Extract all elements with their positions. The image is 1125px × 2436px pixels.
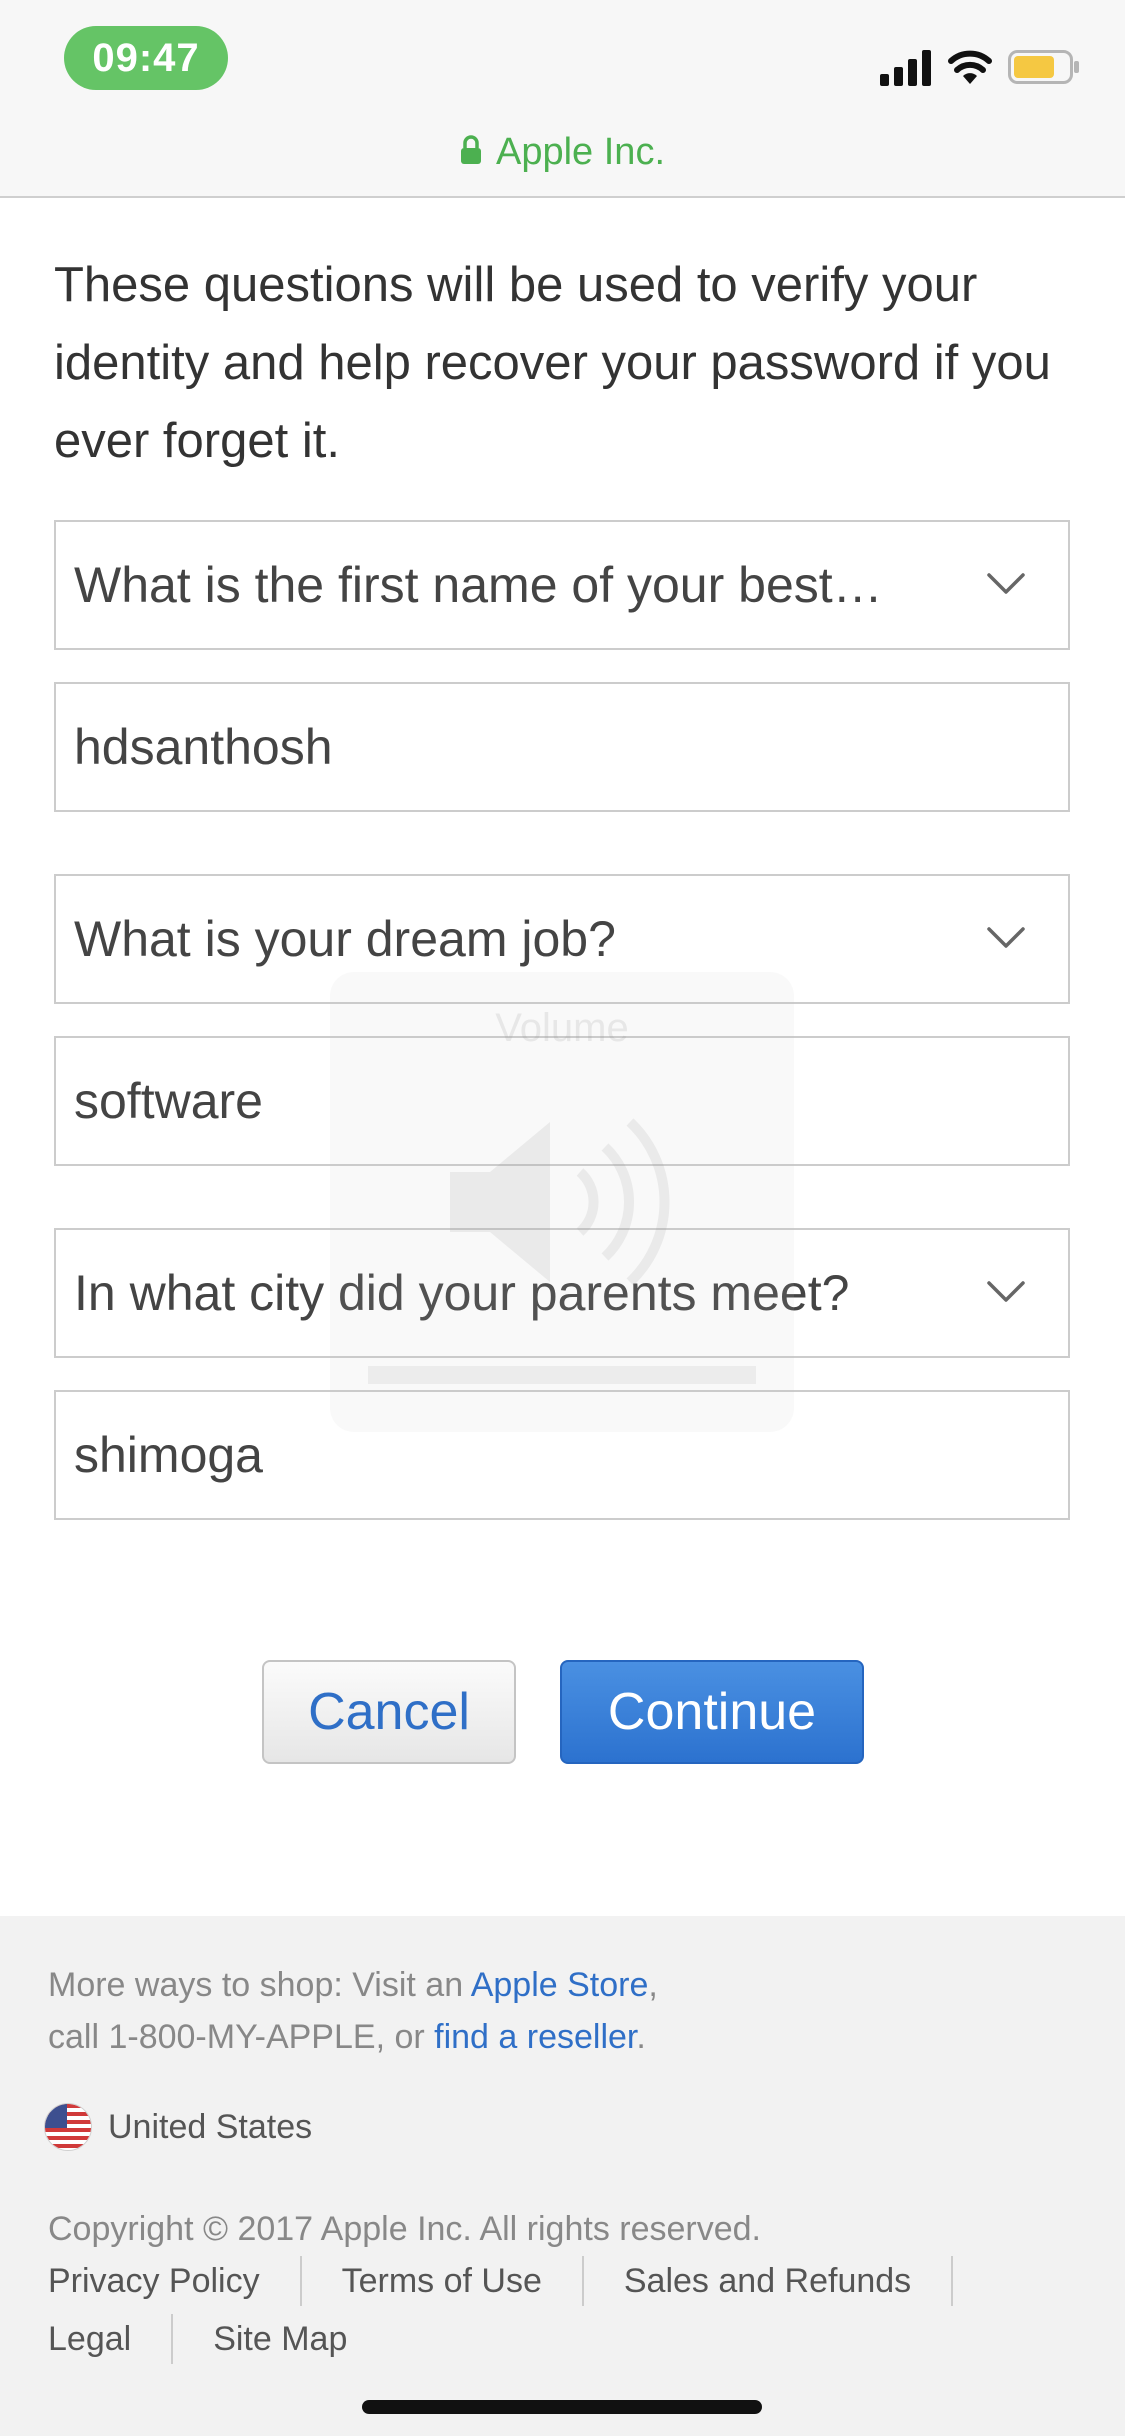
wifi-icon bbox=[948, 50, 992, 84]
address-bar[interactable]: Apple Inc. bbox=[0, 128, 1125, 176]
chevron-down-icon bbox=[987, 573, 1025, 594]
privacy-policy-link[interactable]: Privacy Policy bbox=[48, 2256, 300, 2306]
shop-period: . bbox=[636, 2018, 646, 2056]
volume-hud: Volume bbox=[330, 972, 794, 1432]
volume-label: Volume bbox=[495, 1006, 629, 1050]
sales-and-refunds-link[interactable]: Sales and Refunds bbox=[581, 2256, 954, 2306]
site-name: Apple Inc. bbox=[496, 131, 665, 173]
footer-links-row-2: Legal Site Map bbox=[48, 2314, 387, 2364]
footer: More ways to shop: Visit an Apple Store,… bbox=[0, 1916, 1125, 2436]
copyright-text: Copyright © 2017 Apple Inc. All rights r… bbox=[48, 2210, 761, 2248]
lock-icon bbox=[461, 135, 481, 164]
status-time[interactable]: 09:47 bbox=[64, 26, 228, 90]
security-question-1-select[interactable]: What is the first name of your best… bbox=[54, 520, 1070, 650]
site-map-link[interactable]: Site Map bbox=[171, 2314, 387, 2364]
country-selector[interactable]: United States bbox=[44, 2102, 312, 2152]
footer-links-row-1: Privacy Policy Terms of Use Sales and Re… bbox=[48, 2256, 954, 2306]
chevron-down-icon bbox=[987, 1281, 1025, 1302]
shop-line-2: call 1-800-MY-APPLE, or find a reseller. bbox=[48, 2012, 1088, 2062]
security-question-1-value: What is the first name of your best… bbox=[74, 557, 883, 613]
shop-line-1: More ways to shop: Visit an Apple Store, bbox=[48, 1960, 1088, 2010]
battery-icon bbox=[1008, 50, 1079, 84]
shop-text-2: call 1-800-MY-APPLE, or bbox=[48, 2018, 435, 2056]
country-name: United States bbox=[108, 2107, 313, 2146]
security-answer-1-input[interactable]: hdsanthosh bbox=[54, 682, 1070, 812]
volume-level-bar bbox=[368, 1366, 756, 1384]
cancel-button[interactable]: Cancel bbox=[262, 1660, 516, 1764]
continue-button[interactable]: Continue bbox=[560, 1660, 864, 1764]
terms-of-use-link[interactable]: Terms of Use bbox=[299, 2256, 582, 2306]
speaker-icon bbox=[450, 1118, 670, 1286]
shop-comma: , bbox=[648, 1966, 658, 2004]
apple-store-link[interactable]: Apple Store bbox=[471, 1966, 649, 2004]
security-answer-1-value: hdsanthosh bbox=[74, 719, 333, 775]
browser-top-bar: 09:47 Apple Inc. bbox=[0, 0, 1125, 198]
cellular-signal-icon bbox=[880, 50, 931, 86]
legal-link[interactable]: Legal bbox=[48, 2314, 171, 2364]
find-reseller-link[interactable]: find a reseller bbox=[434, 2018, 636, 2056]
description-text: These questions will be used to verify y… bbox=[54, 258, 1051, 468]
chevron-down-icon bbox=[987, 927, 1025, 948]
us-flag-icon bbox=[44, 2103, 92, 2151]
home-indicator[interactable] bbox=[362, 2400, 762, 2414]
shop-text: More ways to shop: Visit an bbox=[48, 1966, 471, 2004]
